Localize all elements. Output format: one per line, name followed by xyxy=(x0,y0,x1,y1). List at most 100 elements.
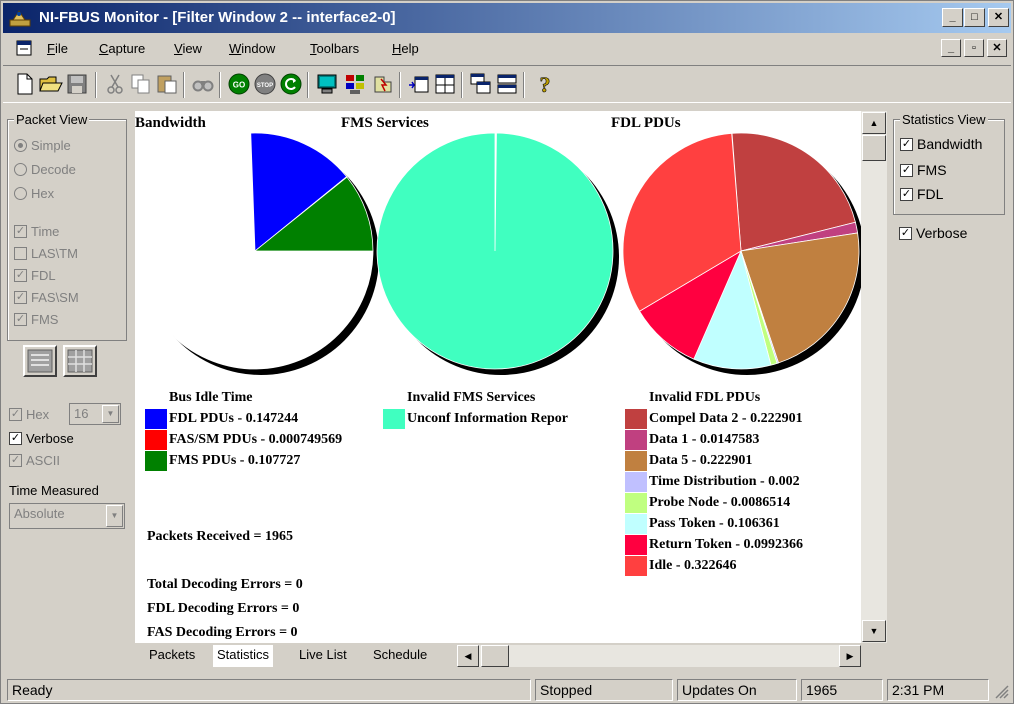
tab-bar: Packets Statistics Live List Schedule ◀ … xyxy=(135,643,887,671)
horizontal-scrollbar[interactable]: ◀ ▶ xyxy=(457,645,861,667)
verbose-checkbox[interactable]: ✓ Verbose xyxy=(9,431,74,446)
filter-fas-sm-checkbox[interactable]: ✓ FAS\SM xyxy=(14,290,79,305)
packet-view-title: Packet View xyxy=(14,112,90,127)
close-button[interactable]: ✕ xyxy=(988,8,1009,27)
stat-fdl-checkbox[interactable]: ✓ FDL xyxy=(900,186,943,202)
minimize-button[interactable]: _ xyxy=(942,8,963,27)
scroll-down-button[interactable]: ▼ xyxy=(862,620,886,642)
app-icon[interactable] xyxy=(9,8,31,28)
decode-radio[interactable]: Decode xyxy=(14,162,76,177)
statistics-view-panel: Statistics View ✓ Bandwidth ✓ FMS ✓ FDL ✓ Ve… xyxy=(889,105,1009,671)
maximize-button[interactable]: □ xyxy=(964,8,985,27)
statistics-view-title: Statistics View xyxy=(900,112,988,127)
mdi-close-button[interactable]: ✕ xyxy=(987,39,1007,57)
save-icon[interactable] xyxy=(65,72,89,96)
hex-checkbox[interactable]: ✓ Hex xyxy=(9,407,49,422)
title-bar[interactable]: NI-FBUS Monitor - [Filter Window 2 -- in… xyxy=(3,3,1011,33)
refresh-icon[interactable] xyxy=(279,72,303,96)
menu-view[interactable]: View xyxy=(174,41,202,56)
time-measured-select[interactable]: Absolute ▼ xyxy=(9,503,125,529)
trigger-icon[interactable] xyxy=(371,72,395,96)
mdi-restore-button[interactable]: ▫ xyxy=(964,39,984,57)
new-file-icon[interactable] xyxy=(13,72,37,96)
legend-swatch xyxy=(625,387,647,408)
legend-swatch xyxy=(625,429,647,450)
stat-fms-checkbox[interactable]: ✓ FMS xyxy=(900,162,947,178)
legend-swatch xyxy=(625,408,647,429)
packets-received: Packets Received = 1965 xyxy=(147,529,293,544)
menu-file[interactable]: File xyxy=(47,41,68,56)
copy-icon[interactable] xyxy=(129,72,153,96)
bandwidth-legend-item: FAS/SM PDUs - 0.000749569 xyxy=(145,429,342,450)
menu-bar: File Capture View Window Toolbars Help _… xyxy=(3,35,1011,61)
paste-icon[interactable] xyxy=(155,72,179,96)
simple-radio[interactable]: Simple xyxy=(14,138,71,153)
hex-width-select[interactable]: 16 ▼ xyxy=(69,403,121,425)
legend-label: Probe Node - 0.0086514 xyxy=(649,494,791,510)
fdl-legend-item: Data 5 - 0.222901 xyxy=(625,450,752,471)
toolbar-separator xyxy=(461,72,463,98)
legend-label: Invalid FDL PDUs xyxy=(649,389,761,405)
checkbox-indicator: ✓ xyxy=(900,187,913,201)
legend-swatch xyxy=(625,534,647,555)
status-state: Ready xyxy=(7,679,531,701)
radio-indicator xyxy=(14,187,27,200)
hex-radio[interactable]: Hex xyxy=(14,186,54,201)
time-measured-label: Time Measured xyxy=(9,483,99,498)
status-updates: Updates On xyxy=(677,679,797,701)
menu-toolbars[interactable]: Toolbars xyxy=(310,41,359,56)
help-icon[interactable]: ? xyxy=(533,72,557,96)
mdi-minimize-button[interactable]: _ xyxy=(941,39,961,57)
find-icon[interactable] xyxy=(191,72,215,96)
vertical-scrollbar[interactable]: ▲ ▼ xyxy=(861,111,887,643)
cascade-icon[interactable] xyxy=(469,72,493,96)
filter-icon[interactable] xyxy=(343,72,367,96)
fdl-decoding-errors: FDL Decoding Errors = 0 xyxy=(147,601,300,616)
stat-verbose-checkbox[interactable]: ✓ Verbose xyxy=(899,225,967,241)
checkbox-indicator xyxy=(14,247,27,260)
filter-fms-checkbox[interactable]: ✓ FMS xyxy=(14,312,58,327)
fdl-legend-item: Pass Token - 0.106361 xyxy=(625,513,780,534)
tile-icon[interactable] xyxy=(495,72,519,96)
scroll-left-button[interactable]: ◀ xyxy=(457,645,479,667)
grid-icon[interactable] xyxy=(433,72,457,96)
tab-schedule[interactable]: Schedule xyxy=(369,645,431,667)
filter-time-checkbox[interactable]: ✓ Time xyxy=(14,224,59,239)
packet-format-icon xyxy=(27,349,53,373)
radio-indicator xyxy=(14,163,27,176)
menu-help[interactable]: Help xyxy=(392,41,419,56)
packet-grid-button[interactable] xyxy=(63,345,97,377)
open-folder-icon[interactable] xyxy=(39,72,63,96)
hscroll-thumb[interactable] xyxy=(481,645,509,667)
stop-icon[interactable]: STOP xyxy=(253,72,277,96)
svg-text:STOP: STOP xyxy=(257,83,273,89)
scroll-up-button[interactable]: ▲ xyxy=(862,112,886,134)
status-count: 1965 xyxy=(801,679,883,701)
packet-format-button[interactable] xyxy=(23,345,57,377)
tab-packets[interactable]: Packets xyxy=(145,645,199,667)
cut-icon[interactable] xyxy=(103,72,127,96)
menu-window[interactable]: Window xyxy=(229,41,275,56)
document-icon[interactable] xyxy=(15,39,35,57)
resize-grip-icon[interactable] xyxy=(993,683,1009,699)
scroll-right-button[interactable]: ▶ xyxy=(839,645,861,667)
fdl-legend-item: Probe Node - 0.0086514 xyxy=(625,492,790,513)
chevron-down-icon[interactable]: ▼ xyxy=(102,405,119,423)
legend-label: FDL PDUs - 0.147244 xyxy=(169,410,299,426)
filter-las-tm-checkbox[interactable]: LAS\TM xyxy=(14,246,78,261)
monitor-icon[interactable] xyxy=(315,72,339,96)
filter-fdl-checkbox[interactable]: ✓ FDL xyxy=(14,268,56,283)
go-icon[interactable]: GO xyxy=(227,72,251,96)
toolbar-separator xyxy=(95,72,97,98)
insert-window-icon[interactable] xyxy=(407,72,431,96)
tab-live-list[interactable]: Live List xyxy=(295,645,351,667)
ascii-checkbox[interactable]: ✓ ASCII xyxy=(9,453,60,468)
stat-bandwidth-checkbox[interactable]: ✓ Bandwidth xyxy=(900,136,982,152)
menu-capture[interactable]: Capture xyxy=(99,41,145,56)
legend-label: Data 1 - 0.0147583 xyxy=(649,431,760,447)
scroll-thumb[interactable] xyxy=(862,135,886,161)
checkbox-indicator: ✓ xyxy=(14,291,27,304)
fdl-legend-item: Return Token - 0.0992366 xyxy=(625,534,803,555)
chevron-down-icon[interactable]: ▼ xyxy=(106,505,123,527)
tab-statistics[interactable]: Statistics xyxy=(213,645,274,667)
